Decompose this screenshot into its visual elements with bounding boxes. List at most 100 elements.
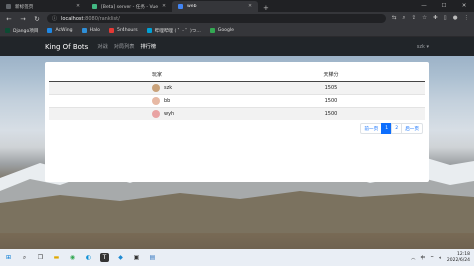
browser-tab[interactable]: [Beta] server - 任务 - Vue CLI ✕: [86, 1, 172, 12]
translate-icon[interactable]: ⇆: [392, 15, 397, 22]
player-cell: wyh: [49, 106, 237, 120]
app-navbar: King Of Bots 对战 对局列表 排行榜 szk ▾: [0, 37, 474, 56]
bookmark-label: 5r4hours: [116, 28, 138, 33]
typora-icon[interactable]: T: [100, 253, 109, 262]
close-icon[interactable]: ✕: [248, 4, 252, 9]
bookmark-item[interactable]: Halo: [81, 28, 100, 33]
tab-favicon: [6, 4, 11, 9]
bookmark-item[interactable]: 哔哩哔哩 ( ゜- ゜)つ...: [146, 28, 201, 34]
app-icon[interactable]: ▤: [148, 253, 157, 262]
player-name: wyh: [164, 110, 175, 117]
volume-icon[interactable]: 🔈︎: [439, 255, 442, 261]
bookmark-label: AcWing: [55, 28, 73, 33]
bookmark-item[interactable]: Django项目: [5, 28, 38, 34]
ranklist-card: 玩家 天梯分 szk 1505 bb 1500 wyh 1500 前一页 1 2…: [45, 62, 429, 182]
clock[interactable]: 12:18 2022/6/24: [447, 252, 470, 263]
bookmark-label: Google: [217, 28, 234, 33]
tab-favicon: [92, 4, 97, 9]
ranklist-table: 玩家 天梯分 szk 1505 bb 1500 wyh 1500: [49, 68, 425, 120]
toolbar-icons: ⇆ ⌕ ⇪ ☆ ✚ ▯ ● ⋮: [392, 15, 469, 22]
rating-cell: 1505: [237, 80, 425, 94]
clock-date: 2022/6/24: [446, 257, 470, 263]
bookmarks-bar: Django项目 AcWing Halo 5r4hours 哔哩哔哩 ( ゜- …: [0, 25, 474, 37]
player-name: szk: [164, 84, 173, 91]
edge-icon[interactable]: ◐: [84, 253, 93, 262]
ime-indicator[interactable]: 中: [420, 255, 425, 261]
vscode-icon[interactable]: ◆: [116, 253, 125, 262]
address-toolbar: ← → ↻ ⓘ localhost:8080/ranklist/ ⇆ ⌕ ⇪ ☆…: [0, 12, 474, 25]
page-viewport: King Of Bots 对战 对局列表 排行榜 szk ▾ 玩家 天梯分 sz…: [0, 37, 474, 249]
new-tab-button[interactable]: +: [258, 4, 274, 12]
share-icon[interactable]: ⇪: [412, 15, 417, 22]
rating-cell: 1500: [237, 106, 425, 120]
sidebar-icon[interactable]: ▯: [444, 15, 447, 22]
pagination: 前一页 1 2 后一页: [360, 123, 423, 134]
player-name: bb: [164, 97, 171, 104]
maximize-icon[interactable]: ☐: [434, 3, 454, 9]
close-icon[interactable]: ✕: [76, 4, 80, 9]
nav-link-ranklist[interactable]: 排行榜: [140, 43, 156, 50]
tray-chevron-icon[interactable]: ︿: [411, 255, 416, 261]
nav-link-pk[interactable]: 对战: [97, 43, 107, 50]
bookmark-label: 哔哩哔哩 ( ゜- ゜)つ...: [154, 28, 201, 34]
brand-logo[interactable]: King Of Bots: [45, 43, 88, 51]
task-view-icon[interactable]: ❐: [36, 253, 45, 262]
player-cell: bb: [49, 93, 237, 107]
avatar: [152, 83, 160, 92]
bookmark-icon: [81, 28, 87, 33]
column-header-rating: 天梯分: [237, 68, 425, 82]
table-row[interactable]: bb 1500: [49, 93, 425, 107]
profile-icon[interactable]: ●: [453, 15, 458, 22]
file-explorer-icon[interactable]: ▬: [52, 253, 61, 262]
forward-icon[interactable]: →: [19, 15, 27, 23]
back-icon[interactable]: ←: [5, 15, 13, 23]
url-host: localhost: [61, 15, 84, 22]
table-header-row: 玩家 天梯分: [49, 68, 425, 82]
table-row[interactable]: wyh 1500: [49, 106, 425, 120]
bookmark-item[interactable]: Google: [209, 28, 234, 33]
tab-title: [Beta] server - 任务 - Vue CLI: [101, 4, 158, 10]
browser-tab-active[interactable]: web ✕: [172, 1, 258, 12]
bookmark-icon: [47, 28, 53, 33]
tab-title: web: [187, 4, 197, 9]
chrome-icon[interactable]: ◉: [68, 253, 77, 262]
tab-favicon: [178, 4, 183, 9]
network-icon[interactable]: ⌔: [430, 255, 434, 261]
search-icon[interactable]: ⌕: [20, 253, 29, 262]
avatar: [152, 96, 160, 105]
close-icon[interactable]: ✕: [162, 4, 166, 9]
avatar: [152, 109, 160, 118]
omnibox[interactable]: ⓘ localhost:8080/ranklist/: [47, 14, 386, 23]
nav-link-record[interactable]: 对局列表: [114, 43, 135, 50]
bookmark-icon: [209, 28, 215, 33]
minimize-icon[interactable]: —: [414, 3, 434, 9]
zoom-icon[interactable]: ⌕: [402, 15, 405, 22]
os-taskbar: ⊞ ⌕ ❐ ▬ ◉ ◐ T ◆ ▣ ▤ ︿ 中 ⌔ 🔈︎ 12:18 2022/…: [0, 249, 474, 266]
reload-icon[interactable]: ↻: [33, 15, 41, 23]
player-cell: szk: [49, 80, 237, 94]
table-row[interactable]: szk 1505: [49, 80, 425, 94]
browser-tab[interactable]: 新标签页 ✕: [0, 1, 86, 12]
bookmark-item[interactable]: 5r4hours: [108, 28, 138, 33]
browser-tab-strip: 新标签页 ✕ [Beta] server - 任务 - Vue CLI ✕ we…: [0, 0, 474, 12]
terminal-icon[interactable]: ▣: [132, 253, 141, 262]
bookmark-item[interactable]: AcWing: [47, 28, 73, 33]
system-tray: ︿ 中 ⌔ 🔈︎ 12:18 2022/6/24: [411, 252, 470, 263]
bookmark-icon: [5, 28, 10, 33]
url-path: :8080/ranklist/: [83, 15, 120, 22]
close-window-icon[interactable]: ✕: [454, 3, 474, 9]
prev-page-button[interactable]: 前一页: [360, 123, 383, 134]
bookmark-label: Django项目: [13, 28, 39, 34]
next-page-button[interactable]: 后一页: [401, 123, 423, 134]
user-menu[interactable]: szk ▾: [417, 44, 429, 50]
bookmark-label: Halo: [89, 28, 100, 33]
rating-cell: 1500: [237, 93, 425, 107]
info-icon[interactable]: ⓘ: [52, 15, 57, 22]
bookmark-star-icon[interactable]: ☆: [422, 15, 427, 22]
menu-icon[interactable]: ⋮: [464, 15, 470, 22]
bookmark-icon: [146, 28, 152, 33]
column-header-player: 玩家: [49, 68, 237, 82]
extensions-icon[interactable]: ✚: [433, 15, 438, 22]
tab-title: 新标签页: [15, 4, 34, 10]
windows-start-icon[interactable]: ⊞: [4, 253, 13, 262]
